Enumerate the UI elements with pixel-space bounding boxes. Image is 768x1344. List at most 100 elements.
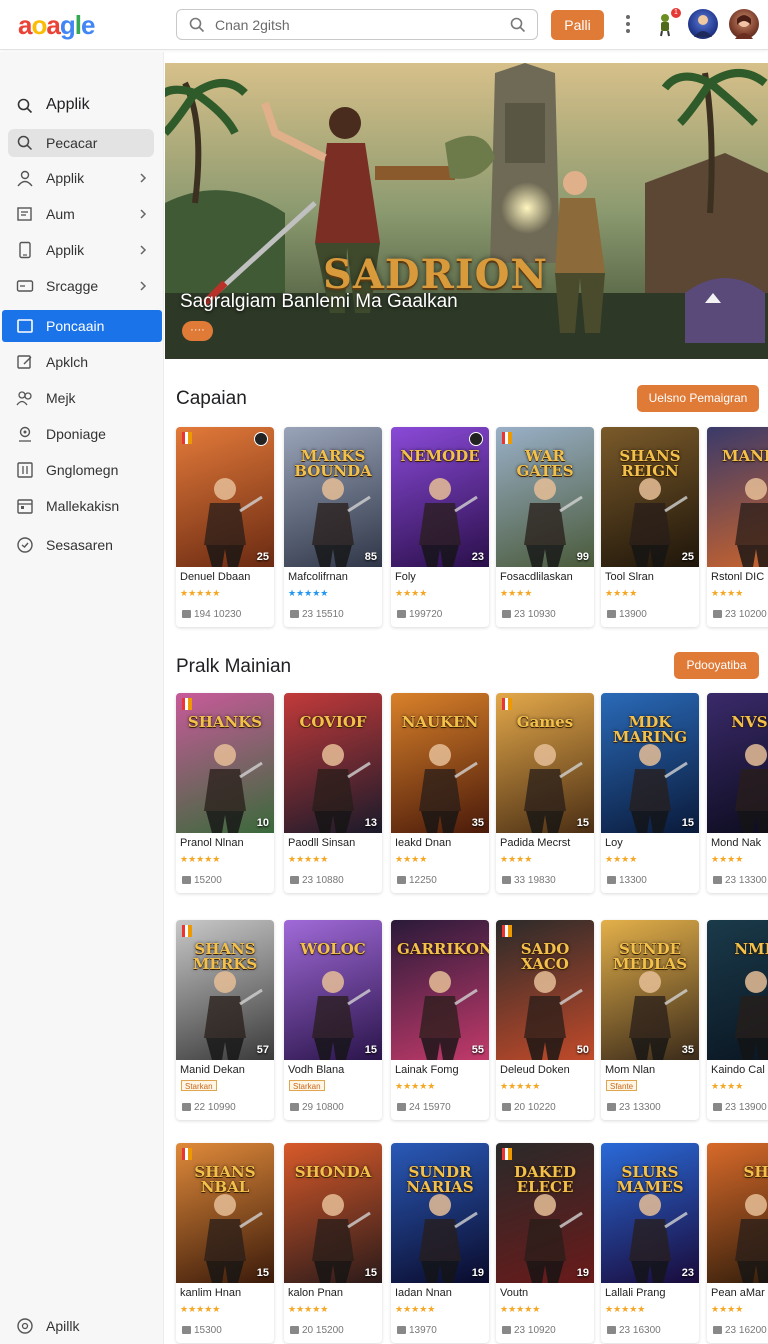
app-logo[interactable]: aoagle <box>18 10 95 41</box>
search-bar[interactable] <box>176 9 538 40</box>
card-meta-text: 29 10800 <box>302 1102 344 1113</box>
card-name: Fosacdlilaskan <box>500 571 573 583</box>
card-meta: 23 10880 <box>290 875 344 886</box>
game-card[interactable]: SHANS NBAL 15 kanlim Hnan ★★★★★ 15300 <box>176 1143 274 1343</box>
logo-letter: g <box>59 10 76 40</box>
star-rating: ★★★★ <box>711 1304 744 1314</box>
game-card[interactable]: GARRIKON 55 Lainak Fomg ★★★★★ 24 15970 <box>391 920 489 1120</box>
card-number: 35 <box>471 817 484 829</box>
primary-button[interactable]: Palli <box>551 10 604 40</box>
game-card[interactable]: MDK MARING 15 Loy ★★★★ 13300 <box>601 693 699 893</box>
game-card[interactable]: SHONDA 15 kalon Pnan ★★★★★ 20 15200 <box>284 1143 382 1343</box>
sidebar-item-poncaain[interactable]: Poncaain <box>2 310 162 342</box>
game-card[interactable]: SHANS REIGN 25 Tool Slran ★★★★ 13900 <box>601 427 699 627</box>
star-rating: ★★★★ <box>395 588 428 598</box>
section-title-pralk-mainian: Pralk Mainian <box>176 656 292 677</box>
game-card[interactable]: WAR GATES 99 Fosacdlilaskan ★★★★ 23 10930 <box>496 427 594 627</box>
sidebar-item-apklch[interactable]: Apklch <box>8 348 154 376</box>
star-rating: ★★★★★ <box>180 1304 221 1314</box>
logo-letter: a <box>18 10 33 40</box>
game-art-title: WAR GATES <box>516 447 574 480</box>
card-meta-text: 13970 <box>409 1325 437 1336</box>
game-card[interactable]: WOLOC 15 Vodh Blana Starkan 29 10800 <box>284 920 382 1120</box>
search-icon <box>17 98 33 114</box>
game-card[interactable]: NMK Kaindo Cal ★★★★ 23 13900 <box>707 920 768 1120</box>
person-icon <box>17 170 33 187</box>
game-cover-image: SHONDA 15 <box>284 1143 382 1283</box>
card-name: Voutn <box>500 1287 529 1299</box>
game-cover-image: MDK MARING 15 <box>601 693 699 833</box>
sidebar-item-label: Mejk <box>46 390 76 406</box>
game-card[interactable]: NVSK Mond Nak ★★★★ 23 13300 <box>707 693 768 893</box>
phone-icon <box>19 241 31 259</box>
card-number: 25 <box>681 551 694 563</box>
game-cover-image: SADO XACO 50 <box>496 920 594 1060</box>
search-input[interactable] <box>215 15 485 35</box>
game-card[interactable]: NAUKEN 35 Ieakd Dnan ★★★★ 12250 <box>391 693 489 893</box>
sidebar-item-label: Applik <box>46 170 85 186</box>
game-art-title: DAKED ELECE <box>513 1163 577 1196</box>
game-card[interactable]: SADO XACO 50 Deleud Doken ★★★★★ 20 10220 <box>496 920 594 1120</box>
game-card[interactable]: MARKS BOUNDA 85 Mafcolifrnan ★★★★★ 23 15510 <box>284 427 382 627</box>
game-card[interactable]: SUNDE MEDLAS 35 Mom Nlan Sfante 23 13300 <box>601 920 699 1120</box>
help-icon <box>17 1318 33 1334</box>
sidebar-item-applik-header[interactable]: Applik <box>8 92 154 120</box>
chevron-right-icon <box>140 209 147 219</box>
card-meta-text: 23 10200 <box>725 609 767 620</box>
game-card[interactable]: 25 Denuel Dbaan ★★★★★ 194 10230 <box>176 427 274 627</box>
card-number: 35 <box>681 1044 694 1056</box>
sidebar: Applik Pecacar Applik Aum Applik Srcagge… <box>0 52 164 1344</box>
card-number: 25 <box>256 551 269 563</box>
sidebar-item-label: Applik <box>46 242 85 258</box>
game-card[interactable]: SH Pean aMar ★★★★ 23 16200 <box>707 1143 768 1343</box>
sidebar-item-sesasaren[interactable]: Sesasaren <box>8 531 154 559</box>
game-card[interactable]: COVIOF 13 Paodll Sinsan ★★★★★ 23 10880 <box>284 693 382 893</box>
logo-letter: o <box>31 10 47 40</box>
clock-icon <box>17 537 33 553</box>
card-tag: Starkan <box>181 1080 217 1091</box>
sidebar-item-gnglomegn[interactable]: Gnglomegn <box>8 456 154 484</box>
sidebar-item-srcagge[interactable]: Srcagge <box>8 272 154 300</box>
game-cover-image: Games 15 <box>496 693 594 833</box>
game-art-title: GARRIKON <box>397 940 489 958</box>
profile-avatar[interactable] <box>729 9 759 39</box>
game-card[interactable]: SLURS MAMES 23 Lallali Prang ★★★★★ 23 16300 <box>601 1143 699 1343</box>
game-card[interactable]: SUNDR NARIAS 19 Iadan Nnan ★★★★★ 13970 <box>391 1143 489 1343</box>
sidebar-item-aum[interactable]: Aum <box>8 200 154 228</box>
game-card[interactable]: MANDU Rstonl DIC ★★★★ 23 10200 <box>707 427 768 627</box>
sidebar-item-applik[interactable]: Applik <box>8 164 154 192</box>
image-icon <box>182 1326 191 1334</box>
game-card[interactable]: SHANKS 10 Pranol Nlnan ★★★★★ 15200 <box>176 693 274 893</box>
sidebar-item-applik-2[interactable]: Applik <box>8 236 154 264</box>
section-action-button[interactable]: Pdooyatiba <box>674 652 759 679</box>
card-meta: 23 10920 <box>502 1325 556 1336</box>
hero-more-button[interactable]: ···· <box>182 321 213 341</box>
card-number: 15 <box>364 1044 377 1056</box>
sidebar-item-apillk[interactable]: Apillk <box>8 1312 154 1340</box>
sidebar-item-mallekakisn[interactable]: Mallekakisn <box>8 492 154 520</box>
game-art-title: NVSK <box>731 713 768 731</box>
game-art-title: NAUKEN <box>401 713 479 731</box>
game-card[interactable]: Games 15 Padida Mecrst ★★★★ 33 19830 <box>496 693 594 893</box>
sidebar-item-pecacar[interactable]: Pecacar <box>8 129 154 157</box>
image-icon <box>290 1103 299 1111</box>
section-action-button[interactable]: Uelsno Pemaigran <box>637 385 759 412</box>
card-number: 19 <box>471 1267 484 1279</box>
game-cover-image: SHANKS 10 <box>176 693 274 833</box>
calendar-icon <box>17 499 33 514</box>
game-card[interactable]: SHANS MERKS 57 Manid Dekan Starkan 22 10990 <box>176 920 274 1120</box>
user-avatar[interactable] <box>688 9 718 39</box>
card-tag: Sfante <box>606 1080 638 1091</box>
game-cover-image: MANDU <box>707 427 768 567</box>
sidebar-item-dponiage[interactable]: Dponiage <box>8 420 154 448</box>
sidebar-item-mejk[interactable]: Mejk <box>8 384 154 412</box>
image-icon <box>290 1326 299 1334</box>
more-options-icon[interactable] <box>620 12 636 38</box>
image-icon <box>502 1326 511 1334</box>
search-submit-icon[interactable] <box>509 16 527 34</box>
game-card[interactable]: DAKED ELECE 19 Voutn ★★★★★ 23 10920 <box>496 1143 594 1343</box>
star-rating: ★★★★★ <box>180 588 221 598</box>
game-card[interactable]: NEMODE 23 Foly ★★★★ 199720 <box>391 427 489 627</box>
card-meta-text: 15200 <box>194 875 222 886</box>
hero-banner[interactable]: SADRION Sagralgiam Banlemi Ma Gaalkan ··… <box>165 63 768 359</box>
